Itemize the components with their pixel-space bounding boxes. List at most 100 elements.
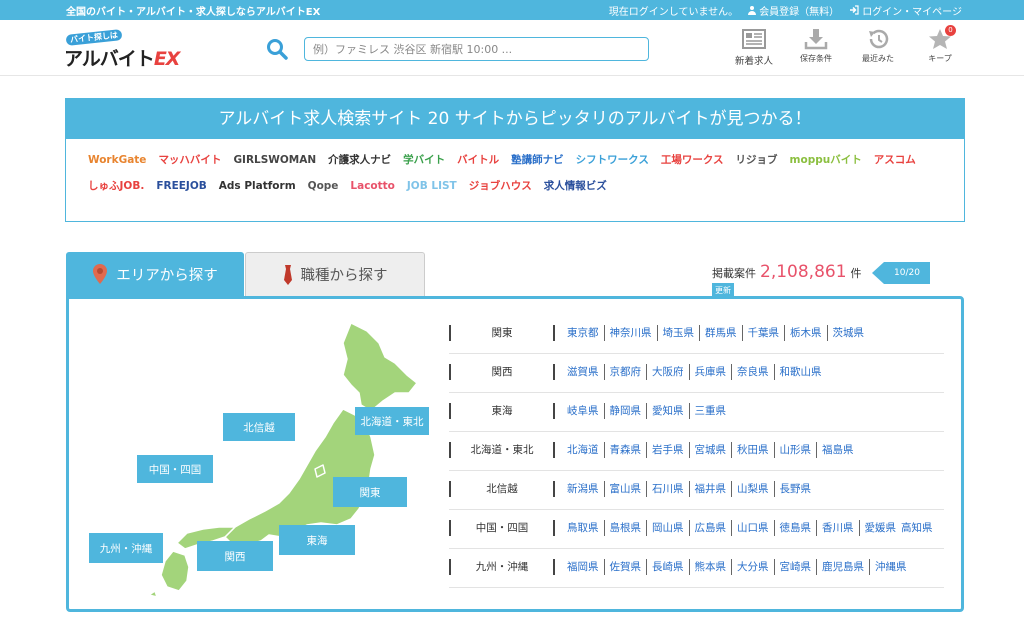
login-link[interactable]: ログイン・マイページ [849, 3, 962, 18]
prefecture-link[interactable]: 福岡県 [567, 559, 604, 575]
nav-new-jobs[interactable]: 新着求人 [730, 28, 778, 67]
region-name[interactable]: 北海道・東北 [449, 442, 555, 458]
partner-brand-logo[interactable]: GIRLSWOMAN [233, 149, 316, 171]
header-nav: 新着求人 保存条件 最近みた 0 キープ [730, 25, 964, 67]
prefecture-link[interactable]: 東京都 [567, 325, 604, 341]
map-pin-icon [93, 264, 108, 284]
partner-brand-logo[interactable]: WorkGate [88, 149, 146, 171]
prefecture-link[interactable]: 山口県 [731, 520, 774, 536]
prefecture-link[interactable]: 三重県 [688, 403, 732, 419]
prefecture-link[interactable]: 広島県 [688, 520, 732, 536]
prefecture-link[interactable]: 山形県 [773, 442, 817, 458]
region-name[interactable]: 関西 [449, 364, 555, 380]
prefecture-link[interactable]: 神奈川県 [603, 325, 657, 341]
prefecture-link[interactable]: 新潟県 [567, 481, 604, 497]
prefecture-link[interactable]: 群馬県 [699, 325, 742, 341]
prefecture-link[interactable]: 宮城県 [688, 442, 732, 458]
partner-brand-logo[interactable]: 求人情報ビズ [544, 175, 607, 197]
prefecture-link[interactable]: 和歌山県 [773, 364, 827, 380]
prefecture-link[interactable]: 大阪府 [646, 364, 689, 380]
region-name[interactable]: 関東 [449, 325, 555, 341]
map-label-hokushinetsu[interactable]: 北信越 [223, 413, 295, 441]
prefecture-link[interactable]: 宮崎県 [773, 559, 817, 575]
map-label-tokai[interactable]: 東海 [279, 525, 355, 555]
partner-brand-logo[interactable]: マッハバイト [158, 149, 221, 171]
prefecture-link[interactable]: 福井県 [688, 481, 732, 497]
partner-brand-logo[interactable]: JOB LIST [407, 175, 457, 197]
register-link[interactable]: 会員登録（無料） [748, 3, 839, 18]
prefecture-link[interactable]: 鹿児島県 [816, 559, 869, 575]
partner-brand-logo[interactable]: Ads Platform [219, 175, 296, 197]
prefecture-link[interactable]: 愛媛県 [858, 520, 902, 536]
prefecture-link[interactable]: 北海道 [567, 442, 604, 458]
partner-brand-logo[interactable]: 介護求人ナビ [328, 149, 391, 171]
prefecture-link[interactable]: 埼玉県 [656, 325, 700, 341]
tab-search-by-job[interactable]: 職種から探す [245, 252, 425, 296]
map-label-chugoku-shikoku[interactable]: 中国・四国 [137, 455, 213, 483]
partner-brand-logo[interactable]: しゅふJOB. [88, 175, 144, 197]
prefecture-link[interactable]: 佐賀県 [603, 559, 647, 575]
partner-brand-logo[interactable]: リジョブ [736, 149, 778, 171]
partner-brand-logo[interactable]: moppuバイト [790, 149, 862, 171]
tab-search-by-area[interactable]: エリアから探す [66, 252, 244, 296]
prefecture-link[interactable]: 香川県 [816, 520, 859, 536]
search-input[interactable] [304, 37, 649, 61]
prefecture-link[interactable]: 栃木県 [784, 325, 827, 341]
partner-brand-logo[interactable]: バイトル [457, 149, 499, 171]
region-prefecture-table: 関東 東京都 神奈川県 埼玉県 群馬県 千葉県 栃木県 茨城県関西 滋賀県 京都府 大阪府 兵庫県 奈良… [449, 315, 944, 588]
prefecture-link[interactable]: 鳥取県 [567, 520, 604, 536]
region-name[interactable]: 九州・沖縄 [449, 559, 555, 575]
map-label-kansai[interactable]: 関西 [197, 541, 273, 571]
prefecture-links: 北海道 青森県 岩手県 宮城県 秋田県 山形県 福島県 [567, 442, 944, 458]
partner-brand-logo[interactable]: 工場ワークス [661, 149, 724, 171]
prefecture-link[interactable]: 石川県 [646, 481, 689, 497]
prefecture-link[interactable]: 滋賀県 [567, 364, 604, 380]
partner-brand-logo[interactable]: Qope [308, 175, 339, 197]
partner-brand-logo[interactable]: ジョブハウス [469, 175, 532, 197]
partner-brand-logo[interactable]: アスコム [874, 149, 916, 171]
map-label-kanto[interactable]: 関東 [333, 477, 407, 507]
prefecture-links: 鳥取県 島根県 岡山県 広島県 山口県 徳島県 香川県 愛媛県 高知県 [567, 520, 944, 536]
prefecture-link[interactable]: 長野県 [773, 481, 817, 497]
prefecture-link[interactable]: 富山県 [603, 481, 647, 497]
prefecture-link[interactable]: 青森県 [603, 442, 647, 458]
prefecture-link[interactable]: 静岡県 [603, 403, 647, 419]
top-bar: 全国のバイト・アルバイト・求人探しならアルバイトEX 現在ログインしていません。… [0, 0, 1024, 20]
prefecture-link[interactable]: 茨城県 [826, 325, 870, 341]
map-label-hokkaido-tohoku[interactable]: 北海道・東北 [355, 407, 429, 435]
map-label-kyushu-okinawa[interactable]: 九州・沖縄 [89, 533, 163, 563]
prefecture-link[interactable]: 愛知県 [646, 403, 689, 419]
nav-keep[interactable]: 0 キープ [916, 25, 964, 67]
prefecture-link[interactable]: 岐阜県 [567, 403, 604, 419]
site-logo[interactable]: バイト探しは アルバイトEX [64, 29, 180, 70]
prefecture-link[interactable]: 山梨県 [731, 481, 774, 497]
region-name[interactable]: 北信越 [449, 481, 555, 497]
nav-saved-conditions[interactable]: 保存条件 [792, 28, 840, 67]
prefecture-link[interactable]: 高知県 [901, 520, 938, 536]
nav-recently-viewed[interactable]: 最近みた [854, 28, 902, 67]
region-name[interactable]: 中国・四国 [449, 520, 555, 536]
prefecture-link[interactable]: 福島県 [816, 442, 859, 458]
prefecture-link[interactable]: 島根県 [603, 520, 647, 536]
prefecture-link[interactable]: 京都府 [603, 364, 647, 380]
partner-brand-logo[interactable]: Lacotto [350, 175, 394, 197]
partner-brand-logo[interactable]: FREEJOB [156, 175, 206, 197]
partner-brand-logo[interactable]: 塾講師ナビ [511, 149, 564, 171]
prefecture-link[interactable]: 沖縄県 [869, 559, 912, 575]
partner-brand-logo[interactable]: シフトワークス [576, 149, 649, 171]
search-icon[interactable] [266, 38, 288, 60]
prefecture-link[interactable]: 長崎県 [646, 559, 689, 575]
prefecture-link[interactable]: 熊本県 [688, 559, 732, 575]
prefecture-link[interactable]: 岡山県 [646, 520, 689, 536]
newspaper-icon [742, 29, 766, 49]
prefecture-link[interactable]: 秋田県 [731, 442, 774, 458]
prefecture-link[interactable]: 兵庫県 [688, 364, 732, 380]
prefecture-link[interactable]: 徳島県 [773, 520, 817, 536]
prefecture-link[interactable]: 大分県 [731, 559, 774, 575]
register-label: 会員登録（無料） [759, 6, 840, 18]
prefecture-link[interactable]: 千葉県 [741, 325, 785, 341]
prefecture-link[interactable]: 岩手県 [646, 442, 689, 458]
region-name[interactable]: 東海 [449, 403, 555, 419]
prefecture-link[interactable]: 奈良県 [731, 364, 774, 380]
partner-brand-logo[interactable]: 学バイト [403, 149, 445, 171]
